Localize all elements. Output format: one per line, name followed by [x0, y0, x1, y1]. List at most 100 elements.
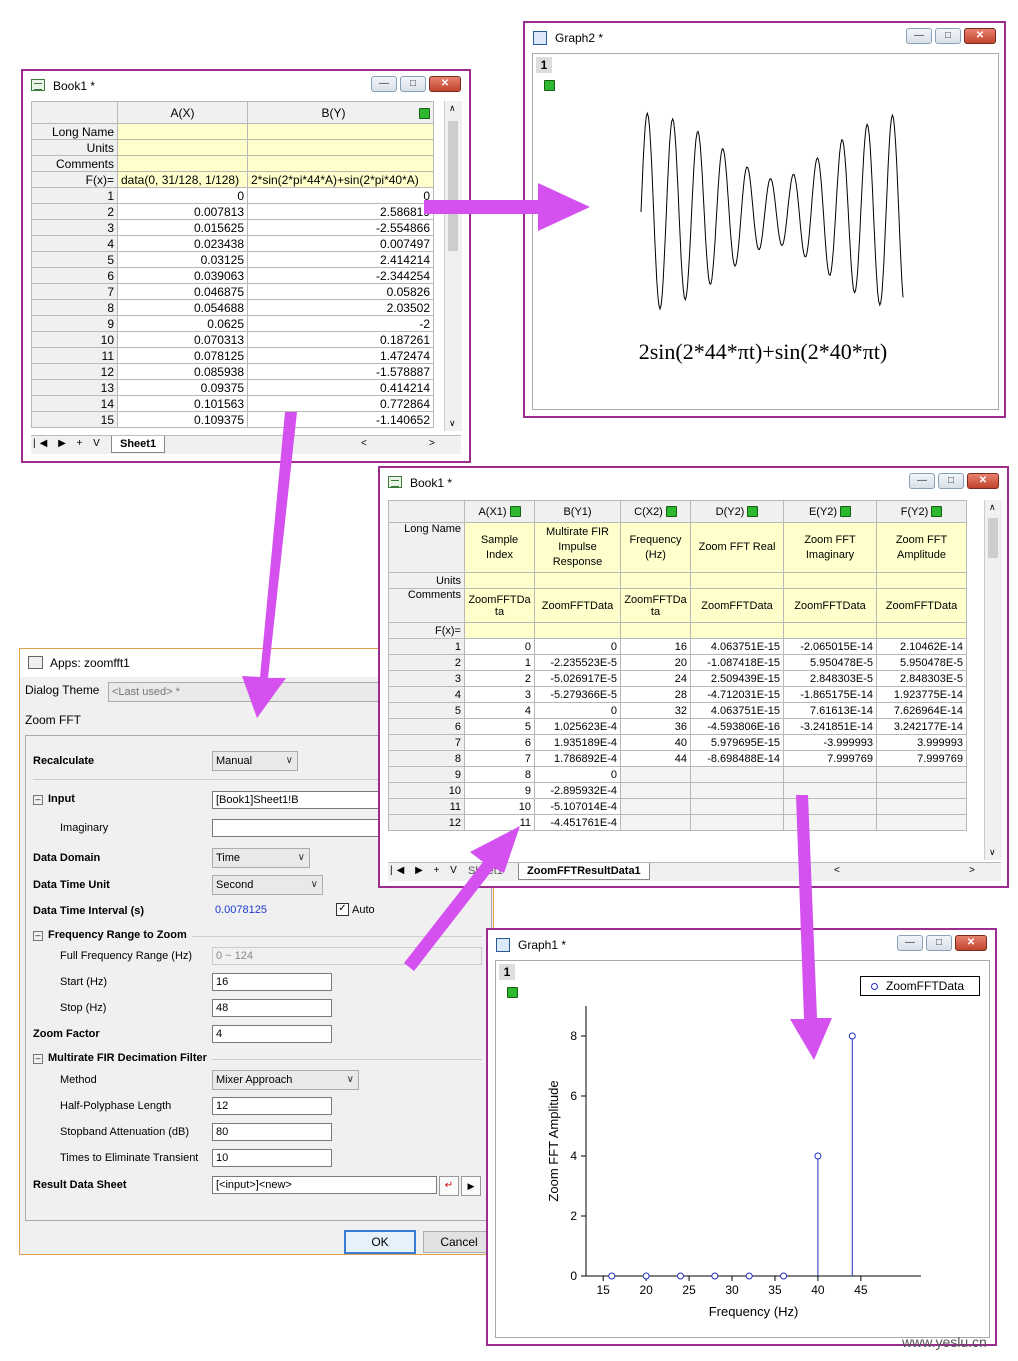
transient-field[interactable]: 10	[212, 1149, 332, 1167]
comment-cell[interactable]: ZoomFFTData	[876, 588, 967, 623]
table-cell[interactable]: 0.09375	[117, 379, 248, 396]
title-bar[interactable]: Book1 * — □ ✕	[23, 71, 469, 99]
formula-b[interactable]: 2*sin(2*pi*44*A)+sin(2*pi*40*A)	[247, 171, 434, 188]
close-button[interactable]: ✕	[955, 935, 987, 951]
table-cell[interactable]: -5.107014E-4	[534, 798, 621, 815]
row-number[interactable]: 2	[388, 654, 465, 671]
row-number[interactable]: 5	[388, 702, 465, 719]
table-row[interactable]: 12 11 -4.451761E-4	[388, 814, 967, 831]
minimize-button[interactable]: —	[371, 76, 397, 92]
table-cell[interactable]: 0	[247, 187, 434, 204]
minimize-button[interactable]: —	[906, 28, 932, 44]
close-button[interactable]: ✕	[964, 28, 996, 44]
table-cell[interactable]: 0.05826	[247, 283, 434, 300]
column-header-a[interactable]: A(X)	[117, 101, 248, 124]
table-cell[interactable]	[783, 782, 877, 799]
vertical-scrollbar[interactable]: ∧ ∨	[984, 500, 1002, 860]
table-cell[interactable]: 2.414214	[247, 251, 434, 268]
table-cell[interactable]: -1.578887	[247, 363, 434, 380]
table-cell[interactable]: 0	[534, 638, 621, 655]
row-number[interactable]: 3	[31, 219, 118, 236]
close-button[interactable]: ✕	[429, 76, 461, 92]
table-cell[interactable]: 7.626964E-14	[876, 702, 967, 719]
table-cell[interactable]: 0	[117, 187, 248, 204]
table-cell[interactable]: 1	[464, 654, 535, 671]
table-row[interactable]: 4 3 -5.279366E-5 28 -4.712031E-15 -1.865175E-…	[388, 686, 967, 703]
table-cell[interactable]: 1.025623E-4	[534, 718, 621, 735]
table-cell[interactable]: 2.586819	[247, 203, 434, 220]
column-header[interactable]: C(X2)	[620, 500, 691, 523]
sheet-tab-sheet1[interactable]: Sheet1	[468, 865, 503, 877]
fir-section[interactable]: – Multirate FIR Decimation Filter	[33, 1052, 207, 1064]
row-number[interactable]: 15	[31, 411, 118, 428]
table-cell[interactable]: 28	[620, 686, 691, 703]
table-cell[interactable]: 2.848303E-5	[783, 670, 877, 687]
table-cell[interactable]: -1.865175E-14	[783, 686, 877, 703]
table-cell[interactable]: -2.895932E-4	[534, 782, 621, 799]
table-row[interactable]: 3 2 -5.026917E-5 24 2.509439E-15 2.848303E-5 2…	[388, 670, 967, 687]
table-row[interactable]: 5 4 0 32 4.063751E-15 7.61613E-14 7.626964E-14	[388, 702, 967, 719]
table-cell[interactable]: 7.999769	[876, 750, 967, 767]
table-cell[interactable]: 1.786892E-4	[534, 750, 621, 767]
stopband-field[interactable]: 80	[212, 1123, 332, 1141]
table-cell[interactable]: 4.063751E-15	[690, 702, 784, 719]
table-cell[interactable]: 40	[620, 734, 691, 751]
table-cell[interactable]	[620, 814, 691, 831]
result-sheet-field[interactable]: [<input>]<new>	[212, 1176, 437, 1194]
column-header[interactable]: D(Y2)	[690, 500, 784, 523]
table-cell[interactable]: -2.235523E-5	[534, 654, 621, 671]
table-row[interactable]: 7 0.046875 0.05826	[31, 283, 434, 300]
table-cell[interactable]: 3.999993	[876, 734, 967, 751]
table-row[interactable]: 13 0.09375 0.414214	[31, 379, 434, 396]
table-cell[interactable]: 5.950478E-5	[876, 654, 967, 671]
table-cell[interactable]: 0.070313	[117, 331, 248, 348]
column-header[interactable]: F(Y2)	[876, 500, 967, 523]
table-cell[interactable]: 0.187261	[247, 331, 434, 348]
title-bar[interactable]: Book1 * — □ ✕	[380, 468, 1007, 496]
result-picker-icon[interactable]: ↵	[439, 1176, 459, 1196]
row-number[interactable]: 1	[388, 638, 465, 655]
row-number[interactable]: 9	[31, 315, 118, 332]
table-cell[interactable]: 4.063751E-15	[690, 638, 784, 655]
frequency-range-section[interactable]: – Frequency Range to Zoom	[33, 929, 187, 941]
comment-cell[interactable]: ZoomFFTData	[783, 588, 877, 623]
imaginary-field[interactable]	[212, 819, 382, 837]
table-cell[interactable]: 0.772864	[247, 395, 434, 412]
table-cell[interactable]	[876, 766, 967, 783]
table-cell[interactable]: 0.03125	[117, 251, 248, 268]
table-cell[interactable]: 0	[534, 702, 621, 719]
table-cell[interactable]: 3.242177E-14	[876, 718, 967, 735]
long-name-cell[interactable]: Sample Index	[464, 522, 535, 573]
table-row[interactable]: 12 0.085938 -1.578887	[31, 363, 434, 380]
table-cell[interactable]: 2.03502	[247, 299, 434, 316]
row-number[interactable]: 4	[388, 686, 465, 703]
table-cell[interactable]: -4.593806E-16	[690, 718, 784, 735]
table-row[interactable]: 15 0.109375 -1.140652	[31, 411, 434, 428]
table-cell[interactable]: 6	[464, 734, 535, 751]
table-row[interactable]: 5 0.03125 2.414214	[31, 251, 434, 268]
result-worksheet-grid[interactable]: A(X1) B(Y1) C(X2) D(Y2) E(Y2) F(Y2) Long Name…	[388, 500, 967, 831]
sheet-tab-sheet1[interactable]: Sheet1	[111, 436, 166, 453]
table-row[interactable]: 7 6 1.935189E-4 40 5.979695E-15 -3.999993 3.99…	[388, 734, 967, 751]
ok-button[interactable]: OK	[344, 1230, 416, 1254]
table-cell[interactable]: 7.999769	[783, 750, 877, 767]
table-cell[interactable]: -2.065015E-14	[783, 638, 877, 655]
table-cell[interactable]: 0	[534, 766, 621, 783]
table-row[interactable]: 980	[388, 766, 967, 783]
table-cell[interactable]: 2	[464, 670, 535, 687]
table-cell[interactable]	[876, 814, 967, 831]
table-cell[interactable]	[690, 814, 784, 831]
table-cell[interactable]	[783, 766, 877, 783]
table-row[interactable]: 6 5 1.025623E-4 36 -4.593806E-16 -3.241851E-1…	[388, 718, 967, 735]
input-section[interactable]: – Input	[33, 793, 75, 805]
long-name-cell[interactable]: Multirate FIR Impulse Response	[534, 522, 621, 573]
sheet-nav-buttons[interactable]: |◀ ▶ + V	[33, 438, 104, 449]
table-cell[interactable]: -8.698488E-14	[690, 750, 784, 767]
table-cell[interactable]	[783, 814, 877, 831]
table-cell[interactable]: -2.344254	[247, 267, 434, 284]
scroll-right-icon[interactable]: >	[429, 438, 435, 449]
table-cell[interactable]: 5.979695E-15	[690, 734, 784, 751]
long-name-cell[interactable]: Zoom FFT Real	[690, 522, 784, 573]
table-cell[interactable]: 8	[464, 766, 535, 783]
method-select[interactable]: Mixer Approach	[212, 1070, 359, 1090]
